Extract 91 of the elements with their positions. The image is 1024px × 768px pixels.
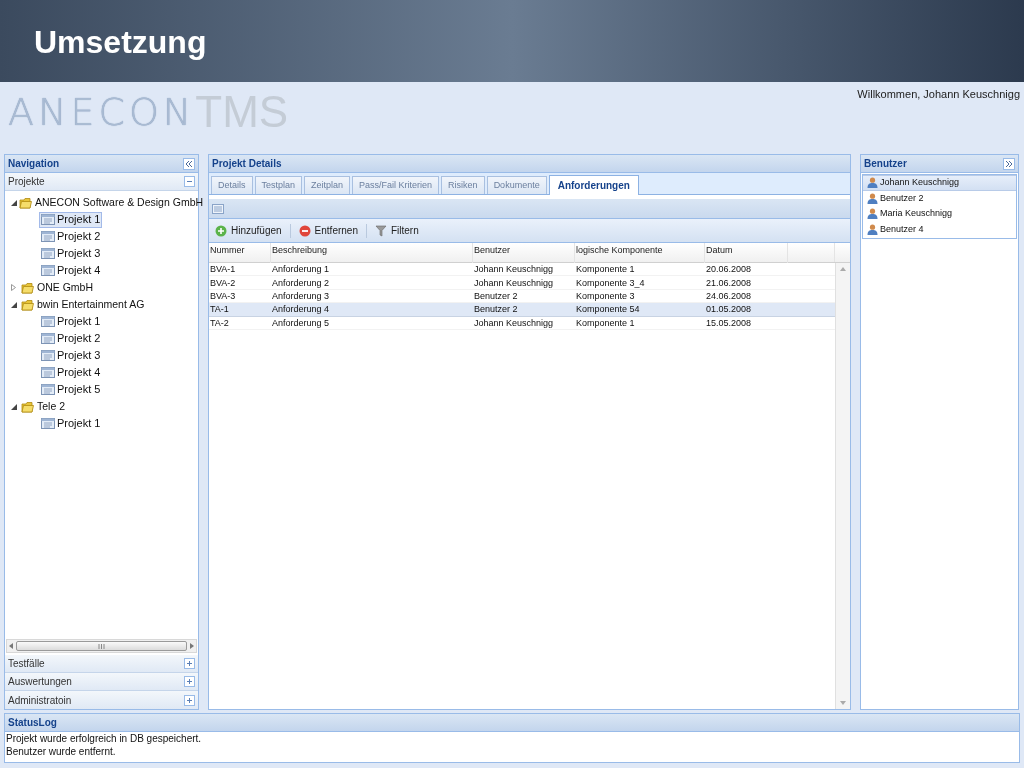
user-icon — [867, 224, 878, 236]
panel-title: Navigation — [8, 157, 60, 171]
table-row[interactable]: BVA-1 Anforderung 1 Johann Keuschnigg Komponente 1 20.06.2008 — [209, 263, 835, 277]
column-header[interactable]: Benutzer — [473, 243, 575, 263]
scroll-up-icon[interactable] — [840, 267, 846, 271]
plus-icon — [184, 694, 195, 706]
tab[interactable]: Dokumente — [486, 176, 547, 194]
folder-icon — [21, 281, 34, 294]
tree-item[interactable]: ANECON Software & Design GmbH — [34, 194, 205, 211]
tree-item[interactable]: Projekt 1 — [39, 415, 103, 432]
accordion-header[interactable]: Administratoin — [5, 691, 198, 709]
toolbar-button[interactable]: Hinzufügen — [213, 221, 284, 240]
remove-icon — [298, 224, 311, 237]
tab[interactable]: Details — [211, 176, 253, 194]
project-icon — [41, 265, 55, 276]
filter-icon — [374, 224, 387, 237]
project-icon — [41, 316, 55, 327]
column-header[interactable]: Datum — [705, 243, 788, 263]
double-chevron-left-icon — [185, 160, 193, 167]
scrollbar-thumb[interactable] — [16, 641, 187, 651]
scroll-right-icon[interactable] — [190, 643, 194, 649]
collapse-button[interactable] — [183, 157, 195, 170]
tree-item[interactable]: Projekt 2 — [39, 228, 103, 245]
expanded-arrow-icon[interactable] — [11, 403, 19, 410]
project-icon — [41, 333, 55, 344]
tree-item[interactable]: Projekt 3 — [39, 245, 103, 262]
table-row[interactable]: TA-2 Anforderung 5 Johann Keuschnigg Komponente 1 15.05.2008 — [209, 316, 835, 330]
user-icon — [867, 192, 878, 204]
toolbar-button[interactable]: Filtern — [372, 221, 421, 240]
log-line: Projekt wurde erfolgreich in DB gespeichert. — [6, 732, 203, 745]
project-icon — [41, 214, 55, 225]
tree-item[interactable]: Projekt 4 — [39, 364, 103, 381]
user-item[interactable]: Maria Keuschnigg — [863, 206, 1016, 222]
tree-item[interactable]: Projekt 5 — [39, 381, 103, 398]
folder-icon — [21, 298, 34, 311]
panel-title: Benutzer — [864, 157, 907, 171]
scroll-down-icon[interactable] — [840, 701, 846, 705]
expanded-arrow-icon[interactable] — [11, 301, 19, 308]
tree-item[interactable]: Projekt 1 — [39, 313, 103, 330]
toolbar-button[interactable]: Entfernen — [296, 221, 360, 240]
user-item[interactable]: Benutzer 2 — [863, 190, 1016, 207]
project-icon — [41, 367, 55, 378]
vertical-scrollbar[interactable] — [835, 263, 850, 709]
tree-item[interactable]: bwin Entertainment AG — [36, 296, 146, 313]
tree-item[interactable]: Projekt 3 — [39, 347, 103, 364]
plus-icon — [184, 658, 195, 669]
tab[interactable]: Anforderungen — [548, 175, 639, 195]
project-icon — [41, 418, 55, 429]
add-icon — [215, 224, 227, 237]
slide-title: Umsetzung — [34, 23, 207, 62]
collapsed-arrow-icon[interactable] — [11, 284, 19, 291]
project-icon — [41, 231, 55, 242]
accordion-header[interactable]: Testfälle — [5, 655, 198, 673]
double-chevron-right-icon — [1005, 160, 1013, 167]
tree-item[interactable]: Tele 2 — [36, 398, 67, 415]
user-item[interactable]: Benutzer 4 — [863, 221, 1016, 238]
project-icon — [41, 384, 55, 395]
project-icon — [41, 350, 55, 361]
panel-title: Projekt Details — [212, 157, 282, 171]
expanded-arrow-icon[interactable] — [11, 199, 17, 206]
panel-title: StatusLog — [8, 716, 57, 730]
folder-icon — [21, 400, 34, 413]
list-icon[interactable] — [212, 203, 224, 214]
tree-item[interactable]: ONE GmbH — [36, 279, 94, 296]
tree-item[interactable]: Projekt 1 — [39, 211, 103, 228]
tab[interactable]: Risiken — [441, 176, 485, 194]
table-row[interactable]: BVA-2 Anforderung 2 Johann Keuschnigg Komponente 3_4 21.06.2008 — [209, 276, 835, 290]
project-icon — [41, 248, 55, 259]
scroll-left-icon[interactable] — [9, 643, 13, 649]
tab[interactable]: Pass/Fail Kriterien — [352, 176, 440, 194]
column-header[interactable]: Beschreibung — [271, 243, 473, 263]
user-icon — [867, 208, 878, 220]
grip-icon — [98, 643, 105, 649]
minus-icon — [184, 176, 195, 187]
tree-item[interactable]: Projekt 4 — [39, 262, 103, 279]
tree-item[interactable]: Projekt 2 — [39, 330, 103, 347]
horizontal-scrollbar[interactable] — [6, 639, 197, 653]
tab[interactable]: Zeitplan — [304, 176, 351, 194]
column-header[interactable]: logische Komponente — [575, 243, 705, 263]
log-line: Benutzer wurde entfernt. — [6, 745, 117, 758]
welcome-text: Willkommen, Johann Keuschnigg — [857, 87, 1020, 100]
table-row[interactable]: TA-1 Anforderung 4 Benutzer 2 Komponente 54 01.05.2008 — [209, 303, 835, 317]
expand-button[interactable] — [1003, 157, 1015, 170]
folder-icon — [19, 196, 32, 209]
column-header[interactable]: Nummer — [209, 243, 271, 263]
user-icon — [867, 177, 878, 189]
tab[interactable]: Testplan — [254, 176, 303, 194]
accordion-header[interactable]: Auswertungen — [5, 673, 198, 691]
accordion-header[interactable]: Projekte — [5, 173, 198, 191]
user-item[interactable]: Johann Keuschnigg — [863, 175, 1016, 191]
plus-icon — [184, 676, 195, 687]
